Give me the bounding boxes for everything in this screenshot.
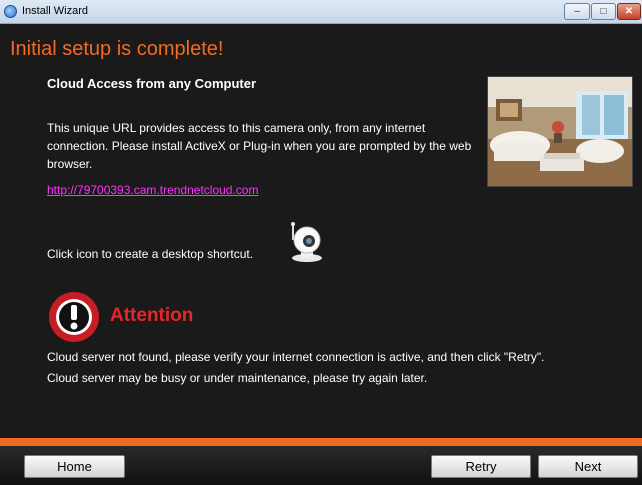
attention-message-1: Cloud server not found, please verify yo… <box>47 350 545 364</box>
install-wizard-icon <box>4 5 17 18</box>
attention-title: Attention <box>110 305 194 326</box>
minimize-button[interactable]: – <box>564 3 590 20</box>
exclamation-circle-icon <box>47 290 101 344</box>
camera-icon[interactable] <box>285 222 323 262</box>
section-heading: Cloud Access from any Computer <box>47 76 257 91</box>
retry-button[interactable]: Retry <box>431 455 531 478</box>
install-wizard-window: Install Wizard – □ ✕ Initial setup is co… <box>0 0 642 485</box>
home-button[interactable]: Home <box>24 455 125 478</box>
attention-message-2: Cloud server may be busy or under mainte… <box>47 371 428 385</box>
description-paragraph: This unique URL provides access to this … <box>47 121 472 171</box>
accent-divider <box>0 438 642 446</box>
shortcut-instruction: Click icon to create a desktop shortcut. <box>47 247 254 261</box>
title-bar: Install Wizard – □ ✕ <box>0 0 642 24</box>
maximize-button[interactable]: □ <box>591 3 616 20</box>
window-title: Install Wizard <box>22 5 89 17</box>
next-button[interactable]: Next <box>538 455 638 478</box>
wizard-content: Initial setup is complete! Cloud Access … <box>0 24 642 440</box>
living-room-photo <box>487 76 633 187</box>
cloud-url-link[interactable]: http://79700393.cam.trendnetcloud.com <box>47 183 258 197</box>
page-title: Initial setup is complete! <box>10 38 224 60</box>
close-button[interactable]: ✕ <box>617 3 641 20</box>
